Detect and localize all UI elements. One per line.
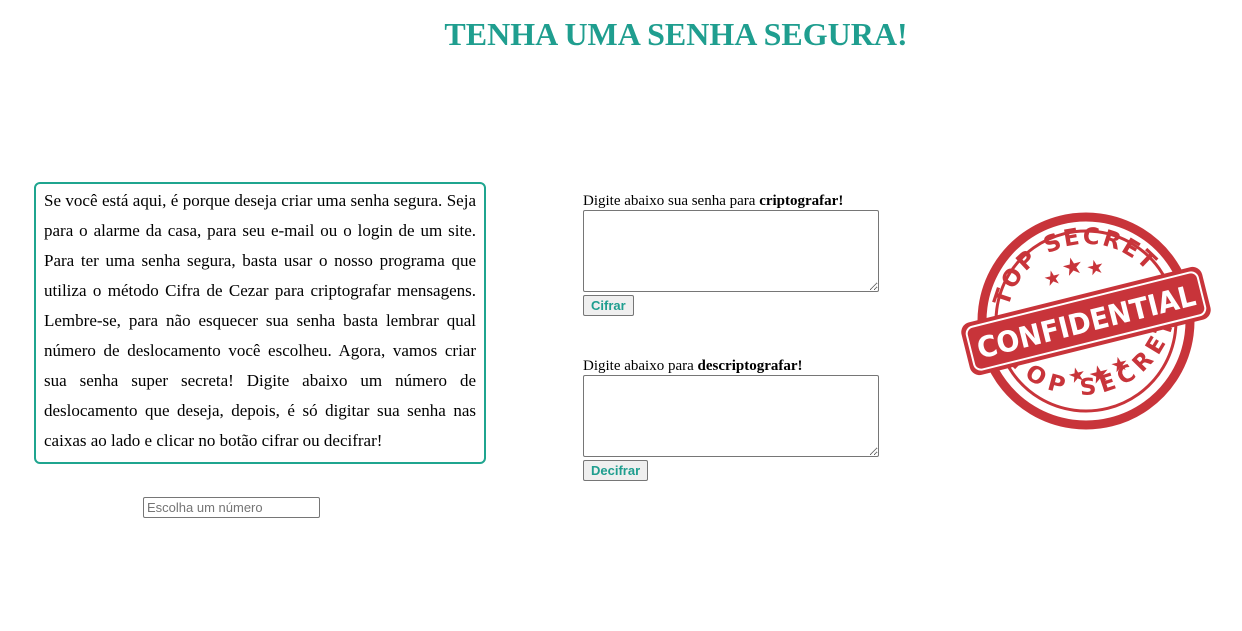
encrypt-label-prefix: Digite abaixo sua senha para	[583, 193, 760, 209]
stamp-group: TOP SECRET TOP SECRET ★ ★ ★ ★ ★ ★ CONFID…	[961, 206, 1211, 430]
page-title: TENHA UMA SENHA SEGURA!	[444, 16, 908, 52]
top-secret-stamp-image: TOP SECRET TOP SECRET ★ ★ ★ ★ ★ ★ CONFID…	[961, 206, 1211, 430]
star-icon: ★	[1041, 264, 1064, 292]
intro-text-box: Se você está aqui, é porque deseja criar…	[34, 182, 486, 464]
encrypt-label-bold: criptografar!	[759, 193, 844, 209]
decrypt-label-prefix: Digite abaixo para	[583, 358, 698, 374]
encrypt-form: Digite abaixo sua senha para criptografa…	[583, 192, 879, 316]
star-icon: ★	[1084, 253, 1107, 281]
encrypt-label: Digite abaixo sua senha para criptografa…	[583, 192, 879, 210]
decrypt-form: Digite abaixo para descriptografar! Deci…	[583, 357, 879, 481]
star-icon: ★	[1059, 250, 1087, 282]
decrypt-button[interactable]: Decifrar	[583, 460, 649, 481]
decrypt-label-bold: descriptografar!	[697, 358, 803, 374]
shift-number-input[interactable]	[143, 497, 320, 518]
decrypt-textarea[interactable]	[583, 375, 879, 457]
encrypt-textarea[interactable]	[583, 210, 879, 292]
decrypt-label: Digite abaixo para descriptografar!	[583, 357, 879, 375]
encrypt-button[interactable]: Cifrar	[583, 295, 634, 316]
